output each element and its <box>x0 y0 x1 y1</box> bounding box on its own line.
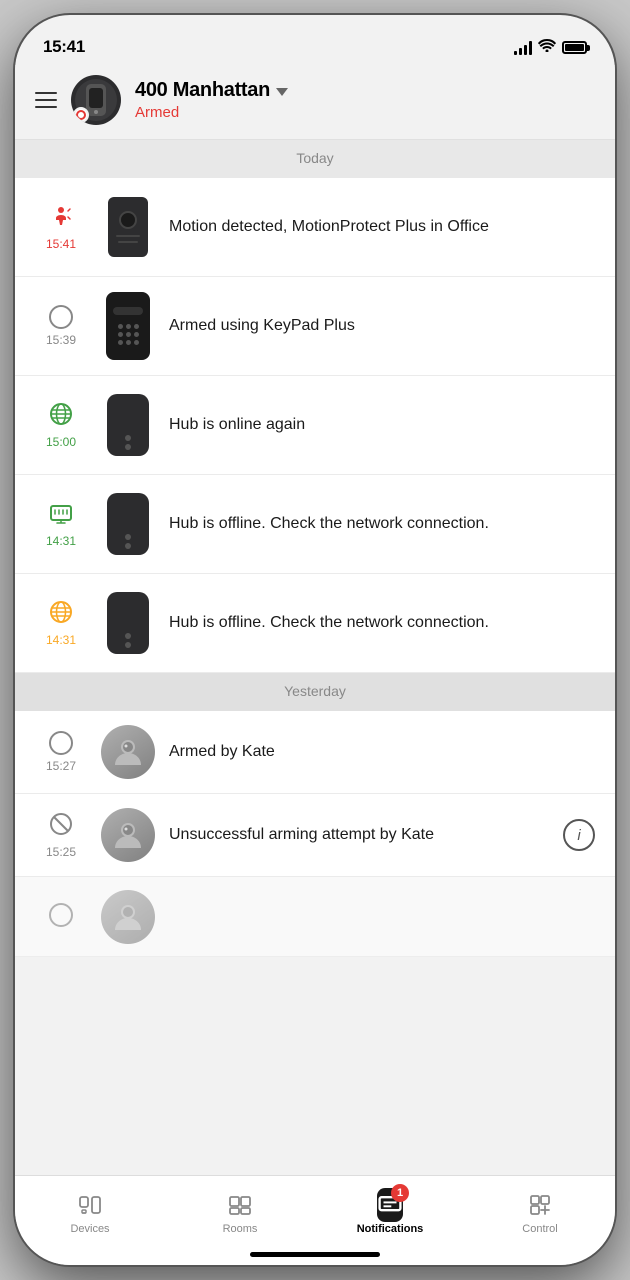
user-avatar <box>101 808 155 862</box>
notif-time: 14:31 <box>46 534 76 548</box>
nav-item-notifications[interactable]: 1 Notifications <box>315 1188 465 1235</box>
notification-item[interactable]: 15:27 Armed by Kate <box>15 711 615 794</box>
notif-text: Hub is online again <box>169 414 595 436</box>
notif-text: Hub is offline. Check the network connec… <box>169 513 595 535</box>
circle-icon <box>49 903 73 927</box>
control-icon <box>527 1192 553 1218</box>
notification-item[interactable]: 15:00 Hub is online again <box>15 376 615 475</box>
header-status: Armed <box>135 104 595 121</box>
notification-item[interactable]: 15:39 Armed using KeyPad Plus <box>15 277 615 376</box>
circle-icon <box>49 305 73 329</box>
notif-time: 15:39 <box>46 333 76 347</box>
status-bar: 15:41 <box>15 15 615 65</box>
hub-status-indicator <box>73 107 89 123</box>
header-location[interactable]: 400 Manhattan <box>135 79 595 102</box>
notif-icon-col: 15:41 <box>35 203 87 251</box>
wifi-icon <box>538 38 556 57</box>
user-avatar <box>101 725 155 779</box>
notification-item[interactable]: 14:31 Hub is offline. Check the network … <box>15 475 615 574</box>
nav-item-devices[interactable]: Devices <box>15 1188 165 1235</box>
notif-icon-col: 15:00 <box>35 401 87 449</box>
section-header-today: Today <box>15 140 615 178</box>
app-header: 400 Manhattan Armed <box>15 65 615 140</box>
ethernet-icon <box>48 500 74 530</box>
notification-item[interactable]: 15:41 Motion detected, MotionProtect Plu… <box>15 178 615 277</box>
notification-badge: 1 <box>391 1184 409 1202</box>
notif-time: 15:25 <box>46 845 76 859</box>
nav-item-rooms[interactable]: Rooms <box>165 1188 315 1235</box>
battery-icon <box>562 41 587 54</box>
globe-offline-icon <box>48 599 74 629</box>
notifications-icon: 1 <box>377 1192 403 1218</box>
nav-label-rooms: Rooms <box>223 1223 258 1235</box>
notif-icon-col: 14:31 <box>35 599 87 647</box>
info-button[interactable]: i <box>563 819 595 851</box>
notif-time: 14:31 <box>46 633 76 647</box>
devices-icon <box>77 1192 103 1218</box>
rooms-icon <box>227 1192 253 1218</box>
device-img-hub-2 <box>101 489 155 559</box>
notif-text: Hub is offline. Check the network connec… <box>169 612 595 634</box>
notif-icon-col: 15:27 <box>35 731 87 773</box>
notif-time: 15:00 <box>46 435 76 449</box>
nav-label-control: Control <box>522 1223 557 1235</box>
motion-icon <box>48 203 74 233</box>
nav-label-notifications: Notifications <box>357 1223 424 1235</box>
location-text: 400 Manhattan <box>135 79 270 102</box>
menu-button[interactable] <box>35 92 57 108</box>
device-img-hub-3 <box>101 588 155 658</box>
notif-icon-col <box>35 903 87 931</box>
section-label-yesterday: Yesterday <box>284 683 346 699</box>
notification-list[interactable]: Today 15:41 <box>15 140 615 1175</box>
notification-item[interactable] <box>15 877 615 957</box>
ban-icon <box>48 811 74 841</box>
notif-text: Armed by Kate <box>169 741 595 763</box>
chevron-down-icon <box>276 88 288 96</box>
header-title-group: 400 Manhattan Armed <box>135 79 595 121</box>
notif-icon-col: 15:25 <box>35 811 87 859</box>
nav-label-devices: Devices <box>70 1223 109 1235</box>
status-icons <box>514 38 587 57</box>
circle-icon <box>49 731 73 755</box>
signal-icon <box>514 41 532 55</box>
notification-item[interactable]: 15:25 Unsuccessful arming attempt by Kat… <box>15 794 615 877</box>
home-indicator <box>250 1252 380 1257</box>
user-avatar <box>101 890 155 944</box>
status-time: 15:41 <box>43 37 85 57</box>
nav-item-control[interactable]: Control <box>465 1188 615 1235</box>
notif-icon-col: 14:31 <box>35 500 87 548</box>
notif-time: 15:27 <box>46 759 76 773</box>
notif-text: Armed using KeyPad Plus <box>169 315 595 337</box>
notif-time: 15:41 <box>46 237 76 251</box>
section-header-yesterday: Yesterday <box>15 673 615 711</box>
device-img-hub <box>101 390 155 460</box>
section-label-today: Today <box>296 150 333 166</box>
notif-text: Motion detected, MotionProtect Plus in O… <box>169 216 595 238</box>
content-area: 400 Manhattan Armed Today <box>15 65 615 1265</box>
notification-item[interactable]: 14:31 Hub is offline. Check the network … <box>15 574 615 673</box>
device-img-motion <box>101 192 155 262</box>
globe-icon <box>48 401 74 431</box>
device-img-keypad <box>101 291 155 361</box>
phone-frame: 15:41 <box>15 15 615 1265</box>
notif-text: Unsuccessful arming attempt by Kate <box>169 824 549 846</box>
notif-icon-col: 15:39 <box>35 305 87 347</box>
hub-avatar <box>71 75 121 125</box>
